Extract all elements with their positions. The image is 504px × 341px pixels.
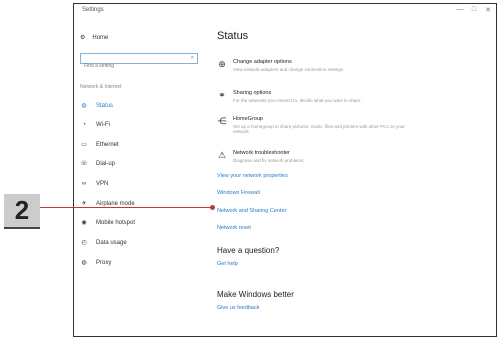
sidebar-item-proxy[interactable]: ◍ Proxy: [80, 258, 111, 267]
phone-icon: ☏: [80, 161, 88, 167]
option-title: HomeGroup: [233, 116, 263, 122]
window-title: Settings: [82, 7, 104, 13]
sidebar-item-label: Airplane mode: [96, 200, 135, 207]
data-usage-icon: ◴: [81, 240, 87, 246]
maximize-button[interactable]: □: [468, 6, 480, 13]
search-icon[interactable]: ⌕: [191, 55, 194, 62]
section-label: Network & Internet: [80, 84, 122, 90]
option-desc: Set up a homegroup to share pictures, mu…: [233, 124, 405, 134]
sidebar-item-hotspot[interactable]: ◉ Mobile hotspot: [80, 218, 135, 227]
link-network-properties[interactable]: View your network properties: [217, 173, 288, 179]
sidebar: ⚙ Home ⌕ Network & Internet ◍ Status ◔ W…: [74, 20, 210, 336]
hotspot-icon: ◉: [81, 220, 87, 226]
option-troubleshooter[interactable]: ⚠ Network troubleshooter Diagnose and fi…: [217, 150, 305, 163]
sidebar-item-label: VPN: [96, 180, 109, 187]
home-label: Home: [92, 34, 109, 41]
option-homegroup[interactable]: ⋲ HomeGroup Set up a homegroup to share …: [217, 116, 413, 134]
search-input[interactable]: [81, 61, 184, 71]
sidebar-item-label: Ethernet: [96, 141, 119, 148]
main-content: Status ⊕ Change adapter options View net…: [217, 20, 496, 336]
adapter-icon: ⊕: [218, 59, 226, 69]
callout-number: 2: [4, 194, 40, 229]
sidebar-item-label: Wi-Fi: [96, 121, 110, 128]
globe-icon: ◍: [81, 260, 87, 266]
option-desc: Diagnose and fix network problems.: [233, 158, 305, 163]
home-icon: ⚙: [80, 35, 86, 41]
vpn-icon: ∞: [81, 180, 87, 187]
ethernet-icon: ▭: [81, 142, 87, 148]
sidebar-item-label: Status: [96, 102, 114, 109]
sidebar-item-label: Mobile hotspot: [96, 219, 136, 226]
callout-pointer-dot: [210, 205, 215, 210]
option-sharing[interactable]: ⚭ Sharing options For the networks you c…: [217, 90, 362, 103]
title-bar: Settings — □ ✕: [74, 4, 496, 20]
link-network-reset[interactable]: Network reset: [217, 225, 251, 231]
sharing-icon: ⚭: [218, 90, 226, 100]
settings-window: Settings — □ ✕ ⚙ Home ⌕ Network & Intern…: [73, 3, 497, 337]
warning-icon: ⚠: [217, 150, 227, 160]
sidebar-item-dialup[interactable]: ☏ Dial-up: [80, 159, 115, 168]
page-title: Status: [217, 30, 249, 42]
question-heading: Have a question?: [217, 246, 280, 255]
link-feedback[interactable]: Give us feedback: [217, 305, 260, 311]
sidebar-item-wifi[interactable]: ◔ Wi-Fi: [80, 120, 110, 129]
option-title: Sharing options: [233, 90, 272, 96]
option-title: Network troubleshooter: [233, 150, 290, 156]
better-heading: Make Windows better: [217, 290, 294, 299]
sidebar-home[interactable]: ⚙ Home: [80, 34, 109, 42]
sidebar-item-label: Data usage: [96, 239, 127, 246]
homegroup-icon: ⋲: [217, 116, 227, 126]
option-desc: For the networks you connect to, decide …: [233, 98, 362, 103]
globe-icon: ◍: [81, 103, 87, 109]
sidebar-item-label: Proxy: [96, 259, 112, 266]
link-windows-firewall[interactable]: Windows Firewall: [217, 190, 260, 196]
callout-pointer-line: [40, 207, 212, 208]
link-get-help[interactable]: Get help: [217, 261, 238, 267]
close-button[interactable]: ✕: [482, 6, 494, 14]
option-change-adapter[interactable]: ⊕ Change adapter options View network ad…: [217, 59, 344, 72]
sidebar-item-label: Dial-up: [96, 160, 116, 167]
link-network-sharing-center[interactable]: Network and Sharing Center: [217, 208, 286, 214]
minimize-button[interactable]: —: [454, 6, 466, 13]
wifi-icon: ◔: [82, 121, 86, 128]
sidebar-item-data-usage[interactable]: ◴ Data usage: [80, 238, 127, 247]
sidebar-item-status[interactable]: ◍ Status: [80, 101, 113, 110]
search-box[interactable]: ⌕: [80, 53, 198, 71]
option-title: Change adapter options: [233, 59, 292, 65]
sidebar-item-vpn[interactable]: ∞ VPN: [80, 179, 108, 188]
sidebar-item-ethernet[interactable]: ▭ Ethernet: [80, 140, 119, 149]
airplane-icon: ✈: [81, 201, 87, 207]
option-desc: View network adapters and change connect…: [233, 67, 345, 72]
